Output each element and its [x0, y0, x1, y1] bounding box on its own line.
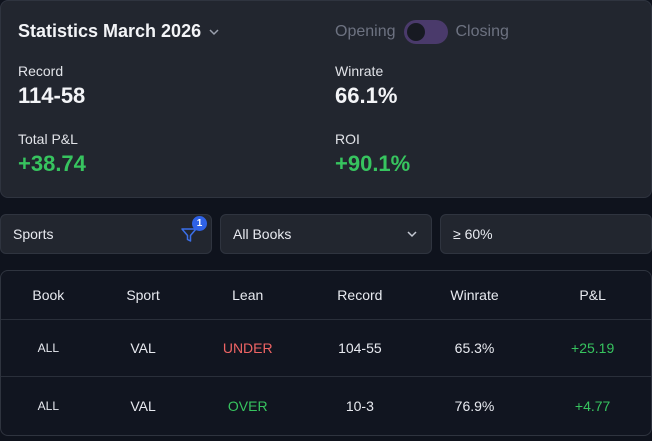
winrate-stat: Winrate 66.1% — [335, 63, 397, 109]
record-value: 114-58 — [18, 83, 86, 108]
column-header-winrate[interactable]: Winrate — [415, 287, 535, 303]
cell-sport: VAL — [130, 340, 156, 356]
column-header-book[interactable]: Book — [1, 287, 96, 303]
pnl-stat: Total P&L +38.74 — [18, 131, 86, 177]
sports-filter[interactable]: Sports 1 — [0, 214, 212, 254]
cell-lean: UNDER — [222, 340, 273, 356]
opening-closing-toggle-group: Opening Closing — [335, 20, 509, 44]
cell-book: ALL — [37, 341, 60, 355]
stats-table: Book Sport Lean Record Winrate P&L ALL V… — [0, 270, 652, 436]
record-label: Record — [18, 63, 64, 79]
toggle-label-closing: Closing — [455, 23, 509, 40]
cell-winrate: 76.9% — [454, 397, 495, 414]
column-header-record[interactable]: Record — [305, 287, 415, 303]
stats-title: Statistics March 2026 — [18, 21, 202, 41]
filter-button[interactable]: 1 — [179, 216, 207, 244]
pnl-value: +38.74 — [18, 151, 86, 176]
column-header-lean[interactable]: Lean — [190, 287, 305, 303]
table-row[interactable]: ALL VAL UNDER 104-55 65.3% +25.19 — [1, 320, 651, 377]
statistics-card: Statistics March 2026 Opening Closing Re… — [0, 0, 652, 198]
roi-value: +90.1% — [335, 151, 411, 176]
table-row[interactable]: ALL VAL OVER 10-3 76.9% +4.77 — [1, 377, 651, 434]
pnl-label: Total P&L — [18, 131, 78, 147]
winrate-threshold-value: ≥ 60% — [453, 226, 493, 242]
roi-stat: ROI +90.1% — [335, 131, 410, 177]
books-dropdown[interactable]: All Books — [220, 214, 432, 254]
winrate-threshold-input[interactable]: ≥ 60% — [440, 214, 652, 254]
cell-pnl: +25.19 — [571, 340, 615, 356]
toggle-knob — [406, 23, 425, 41]
cell-sport: VAL — [130, 397, 156, 414]
table-header-row: Book Sport Lean Record Winrate P&L — [1, 271, 651, 320]
cell-lean: OVER — [227, 397, 268, 414]
sports-filter-label: Sports — [13, 226, 54, 242]
winrate-label: Winrate — [335, 63, 384, 79]
filter-count-badge: 1 — [192, 216, 207, 231]
stats-period-selector[interactable]: Statistics March 2026 — [18, 21, 221, 42]
column-header-sport[interactable]: Sport — [96, 287, 191, 303]
chevron-down-icon — [407, 231, 417, 238]
cell-record: 104-55 — [338, 340, 382, 356]
chevron-down-icon — [209, 28, 219, 35]
cell-pnl: +4.77 — [574, 397, 611, 414]
toggle-label-opening: Opening — [335, 23, 396, 40]
books-dropdown-value: All Books — [233, 226, 292, 242]
roi-label: ROI — [335, 131, 360, 147]
opening-closing-toggle[interactable] — [403, 20, 448, 44]
column-header-pnl[interactable]: P&L — [534, 287, 651, 303]
cell-book: ALL — [37, 398, 60, 413]
cell-winrate: 65.3% — [454, 340, 495, 356]
winrate-value: 66.1% — [335, 83, 398, 108]
cell-record: 10-3 — [345, 397, 374, 414]
record-stat: Record 114-58 — [18, 63, 85, 109]
